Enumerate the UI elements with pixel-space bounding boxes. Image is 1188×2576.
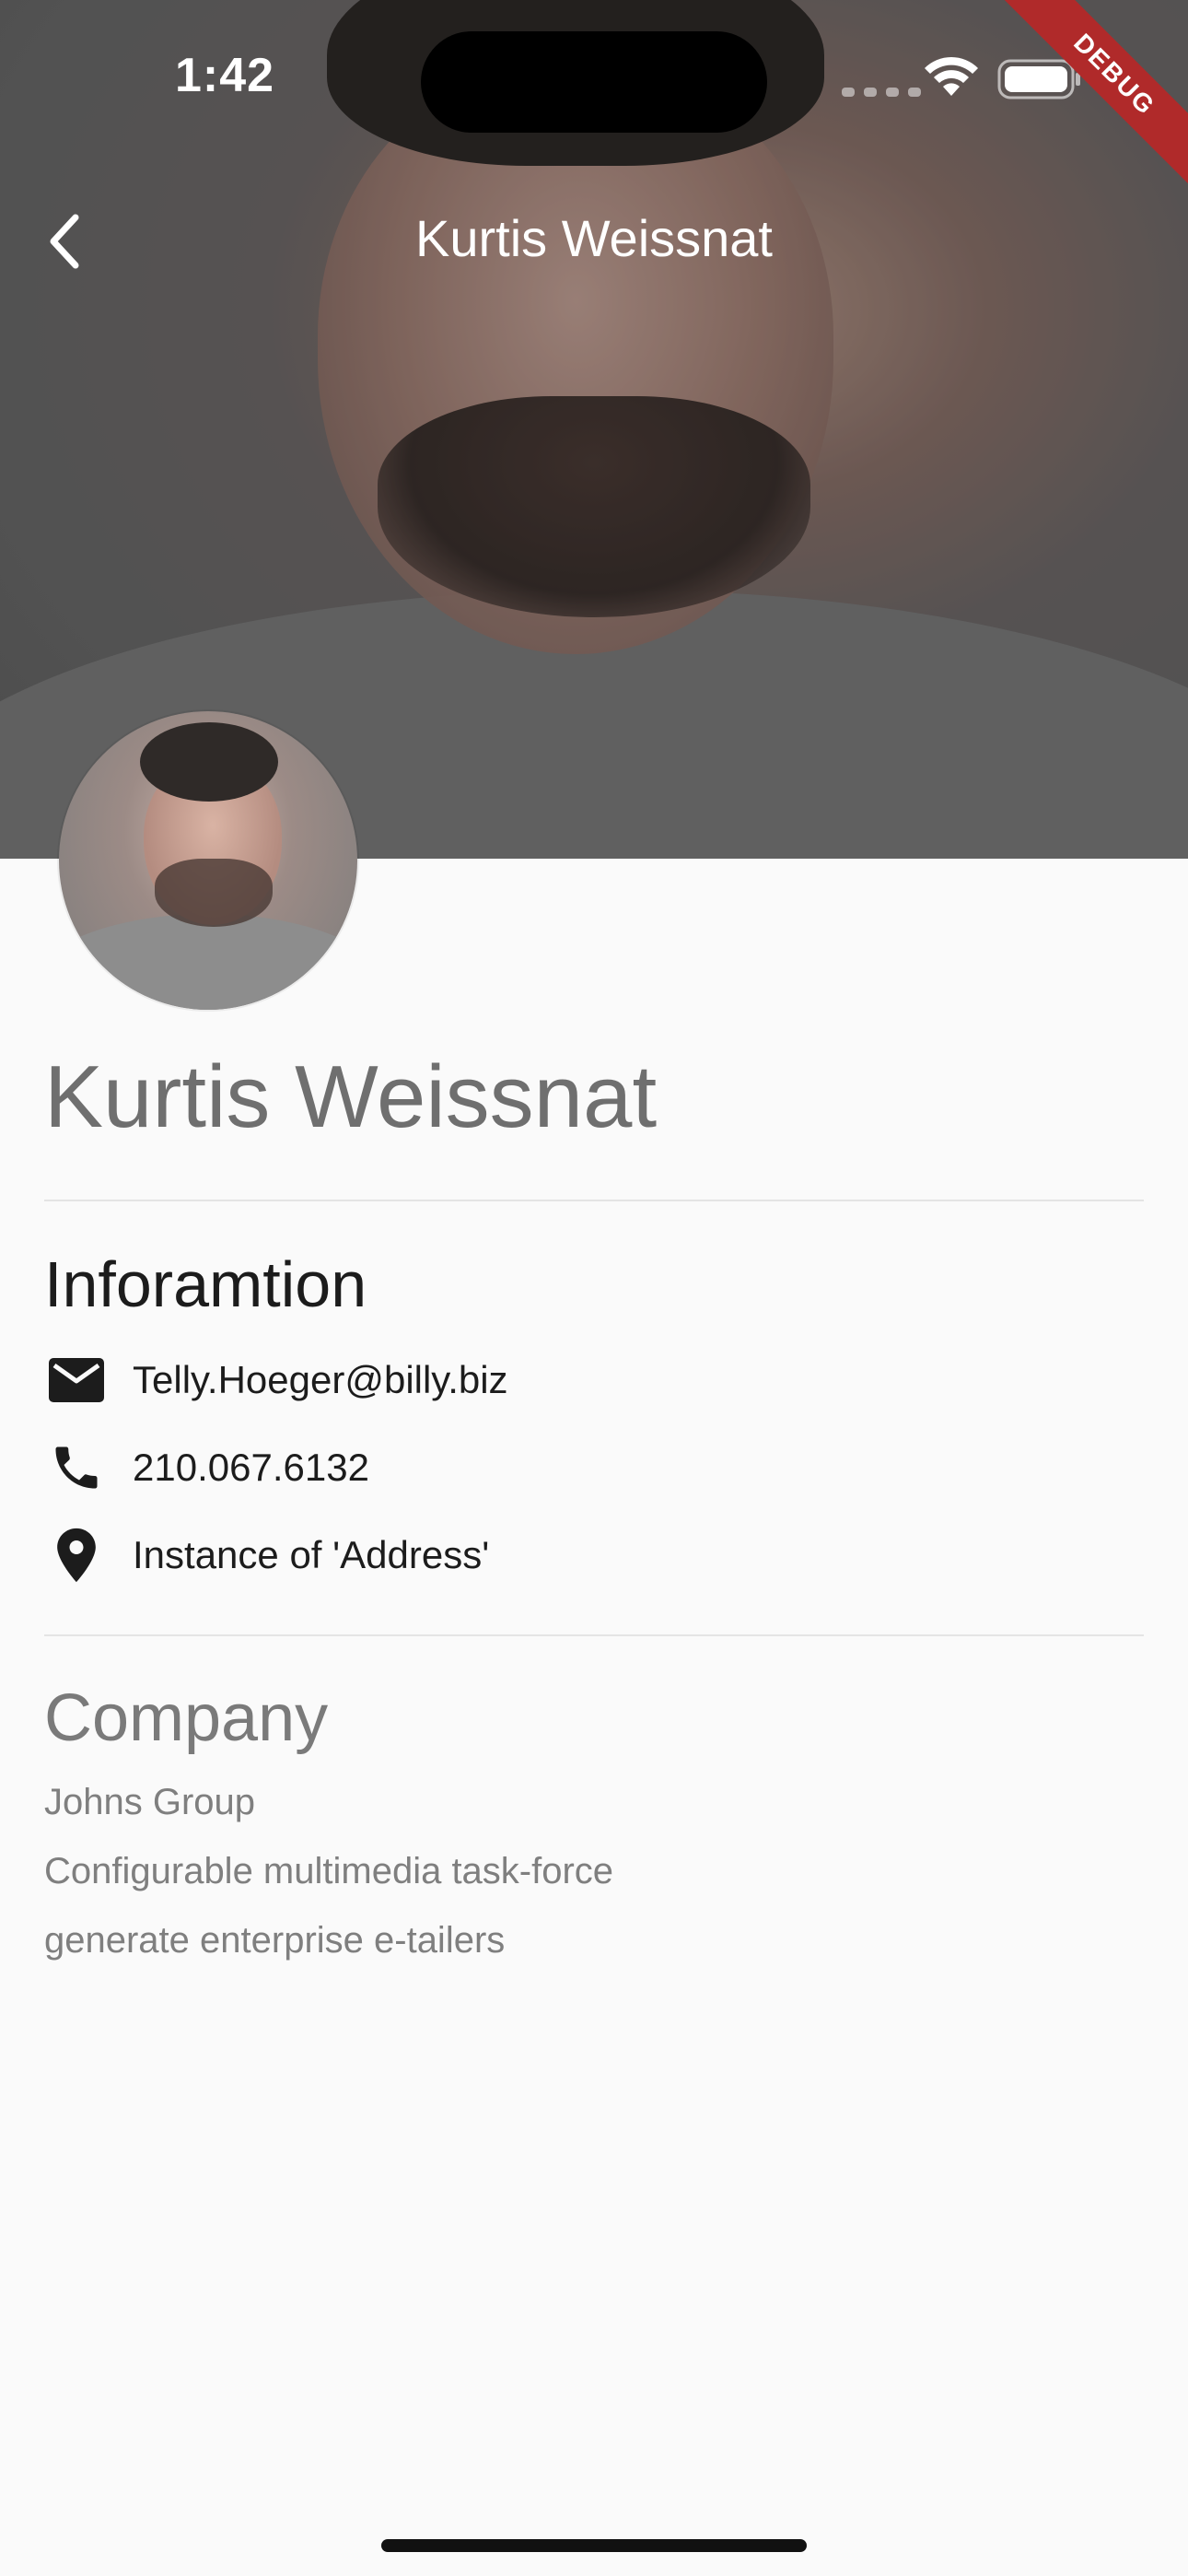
company-section-title: Company: [44, 1681, 329, 1755]
app-bar-title: Kurtis Weissnat: [415, 209, 773, 267]
status-time: 1:42: [175, 49, 275, 102]
profile-name: Kurtis Weissnat: [44, 1048, 658, 1146]
divider: [44, 1634, 1144, 1636]
information-section-title: Inforamtion: [44, 1248, 367, 1320]
company-bs: generate enterprise e-tailers: [44, 1920, 506, 1961]
wifi-icon: [925, 56, 978, 96]
phone-text: 210.067.6132: [133, 1446, 369, 1489]
home-indicator[interactable]: [381, 2539, 807, 2552]
location-pin-icon: [44, 1523, 109, 1587]
address-text: Instance of 'Address': [133, 1533, 490, 1576]
avatar: [59, 711, 357, 1010]
phone-icon: [44, 1435, 109, 1500]
dynamic-island: [421, 31, 767, 133]
company-catch-phrase: Configurable multimedia task-force: [44, 1851, 614, 1891]
address-row[interactable]: Instance of 'Address': [44, 1518, 489, 1592]
phone-row[interactable]: 210.067.6132: [44, 1431, 369, 1505]
email-row[interactable]: Telly.Hoeger@billy.biz: [44, 1343, 508, 1417]
divider: [44, 1200, 1144, 1201]
email-icon: [44, 1348, 109, 1412]
cellular-signal-icon: [842, 88, 921, 97]
email-text: Telly.Hoeger@billy.biz: [133, 1358, 508, 1401]
company-name: Johns Group: [44, 1782, 256, 1822]
